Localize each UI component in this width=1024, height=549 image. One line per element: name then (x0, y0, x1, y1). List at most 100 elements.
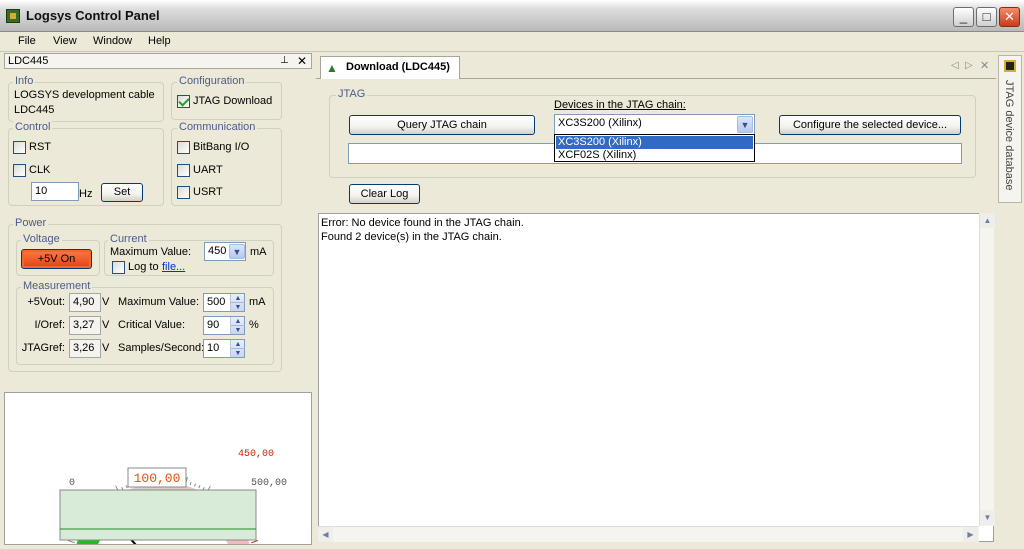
close-button[interactable]: ✕ (999, 7, 1020, 27)
menu-file[interactable]: File (18, 35, 36, 47)
tab-prev-icon[interactable]: ◁ (951, 60, 959, 71)
stepper[interactable]: ▲ ▼ (230, 294, 245, 311)
measurement-legend: Measurement (21, 280, 93, 292)
set-button[interactable]: Set (101, 183, 143, 202)
meas-name: JTAGref: (21, 342, 65, 354)
meas-value: 4,90 (69, 293, 101, 312)
stepper[interactable]: ▲ ▼ (230, 317, 245, 334)
meas-name: I/Oref: (34, 319, 65, 331)
device-select[interactable]: XC3S200 (Xilinx) (554, 114, 755, 135)
info-line1: LOGSYS development cable (14, 89, 155, 101)
current-gauge: 100,00 0 450,00 500,00 (59, 449, 287, 549)
log-vertical-scrollbar[interactable]: ▲ ▼ (979, 213, 995, 526)
menu-view[interactable]: View (53, 35, 77, 47)
device-select-chevron-down-icon[interactable]: ▼ (737, 116, 753, 133)
tab-close-icon[interactable]: ✕ (980, 59, 989, 72)
download-icon: ▲ (326, 61, 338, 75)
history-plot (59, 489, 257, 541)
scroll-up-icon[interactable]: ▲ (980, 213, 995, 228)
gauge-zero-label: 0 (69, 478, 75, 489)
app-icon (6, 9, 20, 23)
device-option[interactable]: XCF02S (Xilinx) (556, 149, 753, 162)
configure-device-button[interactable]: Configure the selected device... (779, 115, 961, 135)
jtag-download-checkbox[interactable] (177, 95, 190, 108)
communication-legend: Communication (177, 121, 258, 133)
gauge-tick (198, 485, 201, 489)
meas-param-unit: % (249, 319, 259, 331)
meas-value: 3,26 (69, 339, 101, 358)
gauge-tick (251, 539, 259, 544)
configuration-legend: Configuration (177, 75, 247, 87)
meas-param-label: Samples/Second: (118, 342, 205, 354)
rst-label: RST (29, 141, 51, 153)
pin-icon[interactable]: ⊥ (280, 55, 289, 66)
gauge-critical-label: 450,00 (238, 449, 274, 460)
query-jtag-button[interactable]: Query JTAG chain (349, 115, 535, 135)
clear-log-button[interactable]: Clear Log (349, 184, 420, 204)
clock-frequency-input[interactable]: 10 (31, 182, 79, 201)
control-legend: Control (13, 121, 53, 133)
sidetab-label: JTAG device database (1003, 80, 1015, 191)
gauge-tick (125, 485, 128, 489)
voltage-legend: Voltage (21, 233, 62, 245)
log-to-label: Log to (128, 261, 159, 273)
info-group (8, 82, 164, 122)
gauge-max-label: 500,00 (251, 478, 287, 489)
tab-next-icon[interactable]: ▷ (965, 60, 973, 71)
usrt-label: USRT (193, 186, 223, 198)
scroll-right-icon[interactable]: ▶ (963, 527, 978, 542)
gauge-value-text: 100,00 (134, 471, 181, 486)
usrt-checkbox[interactable] (177, 186, 190, 199)
frequency-unit: Hz (79, 188, 93, 200)
log-horizontal-scrollbar[interactable]: ◀ ▶ (318, 526, 979, 542)
scroll-left-icon[interactable]: ◀ (318, 527, 333, 542)
current-gauge-area: 100,00 0 450,00 500,00 (4, 392, 312, 549)
uart-checkbox[interactable] (177, 164, 190, 177)
log-line: Found 2 device(s) in the JTAG chain. (321, 231, 502, 243)
menu-help[interactable]: Help (148, 35, 171, 47)
menu-window[interactable]: Window (93, 35, 132, 47)
meas-param-label: Maximum Value: (118, 296, 200, 308)
uart-label: UART (193, 164, 223, 176)
current-max-label: Maximum Value: (110, 246, 192, 258)
minimize-button[interactable]: _ (953, 7, 974, 27)
device-option[interactable]: XC3S200 (Xilinx) (556, 136, 753, 149)
log-file-link[interactable]: file... (162, 261, 185, 273)
panel-close-icon[interactable]: ✕ (297, 54, 307, 68)
device-panel-title: LDC445 (8, 55, 49, 67)
jtag-download-label: JTAG Download (193, 95, 273, 107)
clk-label: CLK (29, 164, 51, 176)
stepper[interactable]: ▲ ▼ (230, 340, 245, 357)
tab-download-label: Download (LDC445) (346, 61, 450, 73)
log-to-file-checkbox[interactable] (112, 261, 125, 274)
window-title: Logsys Control Panel (26, 8, 160, 23)
log-line: Error: No device found in the JTAG chain… (321, 217, 524, 229)
meas-unit: V (102, 342, 110, 354)
device-panel-header (4, 53, 312, 69)
meas-param-label: Critical Value: (118, 319, 186, 331)
clk-checkbox[interactable] (13, 164, 26, 177)
power-5v-button[interactable]: +5V On (21, 249, 92, 269)
info-line2: LDC445 (14, 104, 55, 116)
chevron-down-icon[interactable]: ▼ (229, 244, 245, 259)
meas-unit: V (102, 319, 110, 331)
device-dropdown-list: XC3S200 (Xilinx) XCF02S (Xilinx) (554, 134, 755, 162)
gauge-tick (67, 539, 75, 544)
bitbang-checkbox[interactable] (177, 141, 190, 154)
meas-name: +5Vout: (27, 296, 65, 308)
gauge-tick (189, 481, 192, 486)
scroll-down-icon[interactable]: ▼ (980, 510, 995, 525)
maximize-button[interactable]: □ (976, 7, 997, 27)
log-output: Error: No device found in the JTAG chain… (318, 213, 994, 542)
power-legend: Power (13, 217, 49, 229)
meas-unit: V (102, 296, 110, 308)
jtag-legend: JTAG (336, 88, 368, 100)
meas-param-unit: mA (249, 296, 266, 308)
info-legend: Info (13, 75, 36, 87)
rst-checkbox[interactable] (13, 141, 26, 154)
chip-icon (1004, 60, 1016, 72)
gauge-tick (194, 483, 197, 487)
devices-label: Devices in the JTAG chain: (554, 99, 686, 111)
bitbang-label: BitBang I/O (193, 141, 250, 153)
current-unit: mA (250, 246, 267, 258)
